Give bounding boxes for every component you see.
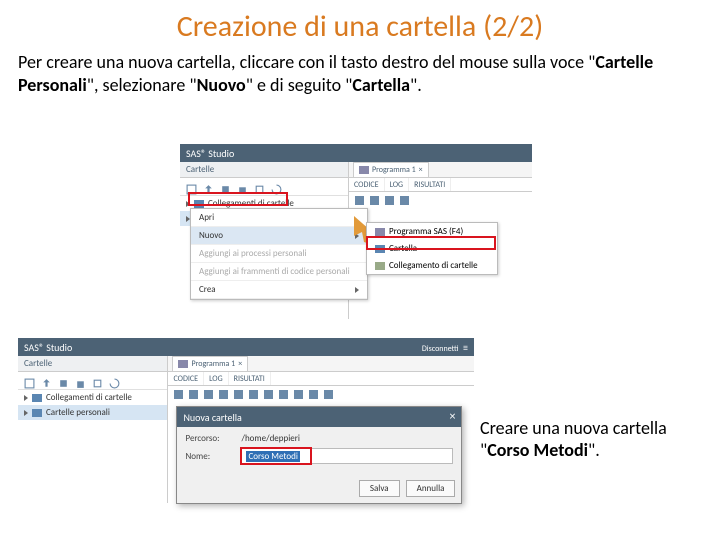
delete-icon[interactable] [237, 181, 248, 192]
save-icon[interactable] [385, 196, 394, 205]
app-name: SAS® Studio [24, 341, 72, 354]
highlight-personal-folders [188, 192, 288, 206]
dialog-titlebar: Nuova cartella × [177, 407, 461, 427]
menu-open[interactable]: Apri [191, 209, 367, 227]
folder-panel-header: Cartelle [180, 162, 348, 178]
subtab-code[interactable]: CODICE [168, 372, 204, 385]
chevron-icon [24, 410, 28, 416]
folder-tree: Collegamenti di cartelle Cartelle person… [18, 390, 167, 420]
app-titlebar: SAS® Studio [180, 144, 532, 162]
dialog-title: Nuova cartella [183, 411, 241, 424]
clear-icon[interactable] [309, 390, 318, 399]
close-icon[interactable]: × [449, 410, 455, 424]
path-value: /home/deppieri [241, 433, 453, 444]
editor-tabs: Programma 1× [349, 162, 532, 178]
subtab-results[interactable]: RISULTATI [229, 372, 271, 385]
editor-panel: Programma 1× CODICE LOG RISULTATI [168, 356, 474, 503]
file-icon [359, 166, 369, 174]
side-caption: Creare una nuova cartella "Corso Metodi"… [480, 418, 716, 461]
intro-text: Per creare una nuova cartella, cliccare … [0, 45, 720, 96]
subtab-code[interactable]: CODICE [349, 178, 385, 191]
tab-program[interactable]: Programma 1× [172, 356, 248, 371]
menu-create[interactable]: Crea [191, 281, 367, 299]
screenshot-2: SAS® Studio Disconnetti ≡ Cartelle Colle… [18, 338, 474, 503]
subtab-results[interactable]: RISULTATI [409, 178, 451, 191]
cancel-button[interactable]: Annulla [406, 480, 456, 497]
tree-item-personal[interactable]: Cartelle personali [18, 405, 167, 420]
props-icon[interactable] [92, 375, 103, 386]
editor-subtabs: CODICE LOG RISULTATI [168, 372, 474, 386]
tree-item-links[interactable]: Collegamenti di cartelle [18, 390, 167, 405]
folder-toolbar [18, 372, 167, 390]
tab-program[interactable]: Programma 1× [353, 162, 429, 177]
new-icon[interactable] [220, 181, 231, 192]
paste-icon[interactable] [264, 390, 273, 399]
editor-toolbar [349, 192, 532, 208]
file-icon [375, 228, 385, 236]
expand-icon[interactable] [24, 375, 35, 386]
run-icon[interactable] [174, 390, 183, 399]
save-icon[interactable] [204, 390, 213, 399]
context-menu: Apri Nuovo Aggiungi ai processi personal… [190, 208, 368, 300]
app-name: SAS® Studio [186, 147, 234, 160]
disconnect-link[interactable]: Disconnetti [422, 344, 459, 354]
editor-tabs: Programma 1× [168, 356, 474, 372]
folder-panel: Cartelle Collegamenti di cartelle Cartel… [18, 356, 168, 503]
expand-icon[interactable] [186, 181, 197, 192]
editor-subtabs: CODICE LOG RISULTATI [349, 178, 532, 192]
copy-icon[interactable] [249, 390, 258, 399]
stop-icon[interactable] [370, 196, 379, 205]
subtab-log[interactable]: LOG [204, 372, 229, 385]
delete-icon[interactable] [75, 375, 86, 386]
close-icon[interactable]: × [419, 165, 423, 175]
file-icon [178, 360, 188, 368]
folder-icon [32, 409, 42, 417]
highlight-folder-option [366, 236, 496, 250]
zoom-icon[interactable] [324, 390, 333, 399]
stop-icon[interactable] [189, 390, 198, 399]
app-titlebar: SAS® Studio Disconnetti ≡ [18, 338, 474, 356]
page-title: Creazione di una cartella (2/2) [0, 0, 720, 45]
name-input[interactable]: Corso Metodi [241, 448, 453, 464]
new-folder-dialog: Nuova cartella × Percorso: /home/deppier… [176, 406, 462, 504]
menu-add-process[interactable]: Aggiungi ai processi personali [191, 245, 367, 263]
folder-panel-header: Cartelle [18, 356, 167, 372]
menu-add-snippet[interactable]: Aggiungi ai frammenti di codice personal… [191, 263, 367, 281]
refresh-icon[interactable] [109, 375, 120, 386]
chevron-icon [24, 395, 28, 401]
highlight-name-input [240, 447, 312, 465]
save-button[interactable]: Salva [359, 480, 400, 497]
cut-icon[interactable] [234, 390, 243, 399]
path-label: Percorso: [185, 433, 235, 444]
screenshot-1: SAS® Studio Cartelle Collegamenti di car… [180, 144, 532, 319]
format-icon[interactable] [294, 390, 303, 399]
find-icon[interactable] [279, 390, 288, 399]
new-icon[interactable] [58, 375, 69, 386]
editor-toolbar [168, 386, 474, 402]
link-icon [375, 262, 385, 270]
menu-icon[interactable]: ≡ [463, 341, 468, 354]
undo-icon[interactable] [219, 390, 228, 399]
folder-icon [32, 394, 42, 402]
close-icon[interactable]: × [238, 359, 242, 369]
upload-icon[interactable] [203, 181, 214, 192]
submenu-link[interactable]: Collegamento di cartelle [367, 257, 497, 274]
chevron-right-icon [355, 287, 359, 293]
run-icon[interactable] [355, 196, 364, 205]
undo-icon[interactable] [400, 196, 409, 205]
refresh-icon[interactable] [271, 181, 282, 192]
menu-new[interactable]: Nuovo [191, 227, 367, 245]
props-icon[interactable] [254, 181, 265, 192]
upload-icon[interactable] [41, 375, 52, 386]
name-label: Nome: [185, 451, 235, 462]
subtab-log[interactable]: LOG [385, 178, 410, 191]
